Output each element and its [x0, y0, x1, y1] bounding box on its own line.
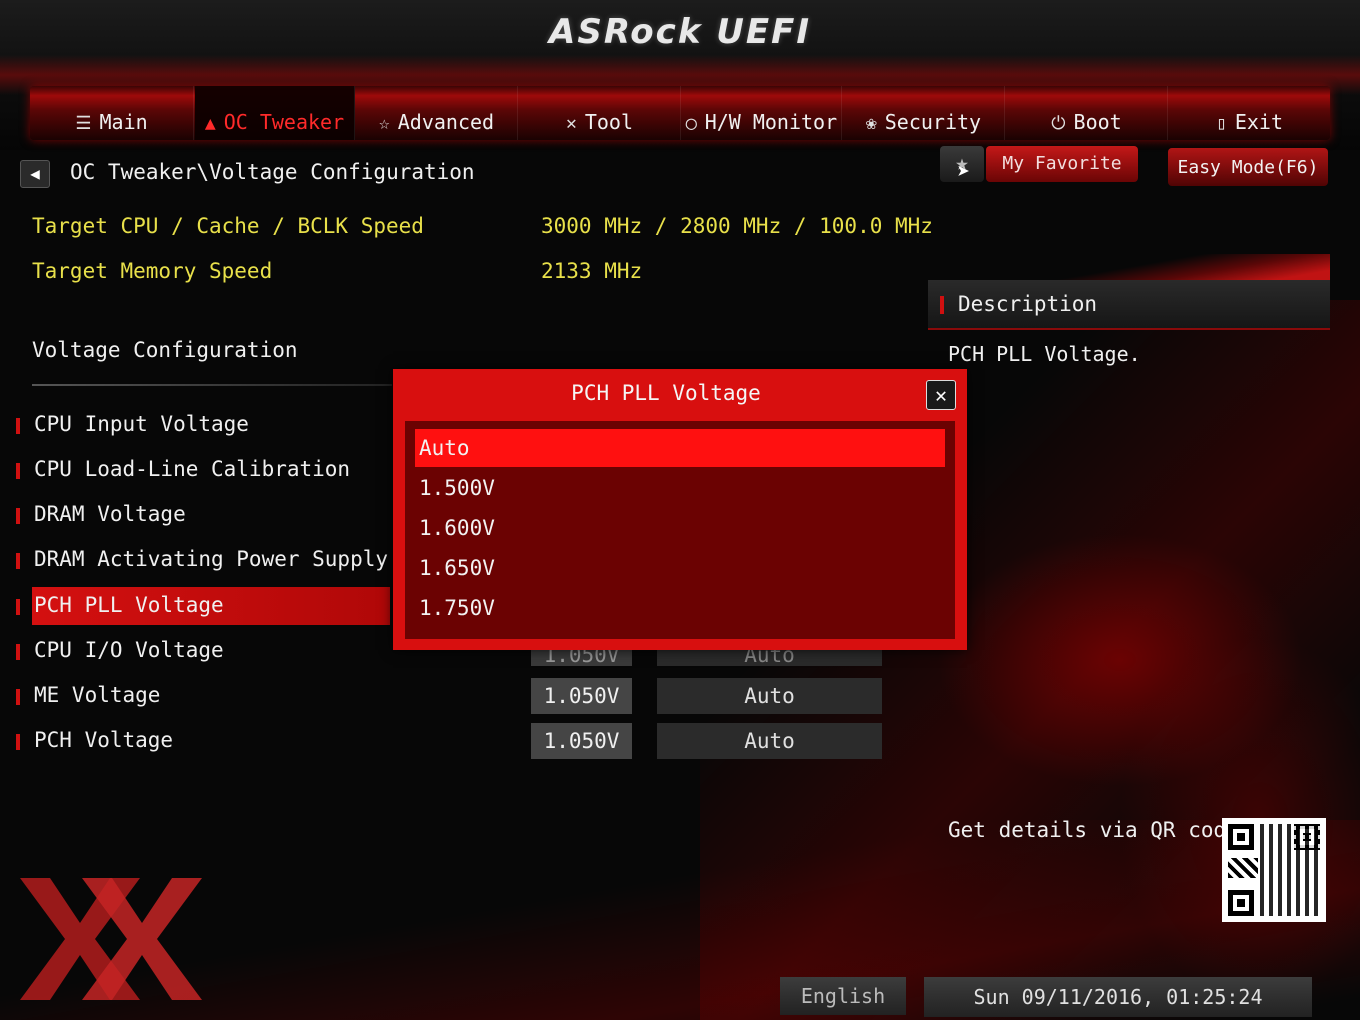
menu-item-dram-activating-power[interactable]: DRAM Activating Power Supply: [14, 541, 390, 579]
bullet-marker: [16, 734, 20, 750]
tab-label: Boot: [1073, 110, 1122, 134]
option-label: Auto: [419, 436, 470, 460]
pch-voltage-value: 1.050V: [531, 723, 632, 759]
tab-label: Main: [99, 110, 148, 134]
description-accent: [928, 254, 1330, 280]
description-title: Description: [958, 292, 1098, 316]
info-label-memory-speed: Target Memory Speed: [32, 259, 273, 283]
menu-item-me-voltage[interactable]: ME Voltage: [14, 677, 390, 715]
menu-item-label: ME Voltage: [34, 683, 161, 707]
tab-boot[interactable]: ⏻ Boot: [1006, 86, 1168, 140]
menu-item-label: PCH PLL Voltage: [34, 593, 224, 617]
tools-icon: ✕: [565, 113, 577, 134]
qr-label: Get details via QR code: [948, 818, 1239, 842]
menu-item-pch-voltage[interactable]: PCH Voltage: [14, 722, 390, 760]
tab-exit[interactable]: ▯ Exit: [1169, 86, 1330, 140]
menu-item-cpu-input-voltage[interactable]: CPU Input Voltage: [14, 406, 390, 444]
datetime-display: Sun 09/11/2016, 01:25:24: [924, 977, 1312, 1017]
menu-item-label: CPU Input Voltage: [34, 412, 249, 436]
menu-item-cpu-io-voltage[interactable]: CPU I/O Voltage: [14, 632, 390, 670]
qr-finder: [1228, 890, 1254, 916]
section-title: Voltage Configuration: [32, 338, 298, 362]
flame-icon: ▲: [204, 113, 216, 134]
breadcrumb: OC Tweaker\Voltage Configuration: [70, 160, 475, 184]
tab-label: H/W Monitor: [704, 110, 838, 134]
tab-oc-tweaker[interactable]: ▲ OC Tweaker: [195, 86, 355, 140]
tab-hw-monitor[interactable]: ◯ H/W Monitor: [682, 86, 842, 140]
back-button[interactable]: ◀: [20, 160, 50, 188]
tab-security[interactable]: ❀ Security: [843, 86, 1005, 140]
exit-icon: ▯: [1215, 113, 1227, 134]
language-selector[interactable]: English: [780, 977, 906, 1015]
my-favorite-button[interactable]: My Favorite: [986, 146, 1138, 182]
tab-label: OC Tweaker: [223, 110, 345, 134]
qr-modules: [1260, 824, 1320, 916]
shield-icon: ❀: [865, 113, 877, 134]
bullet-marker: [16, 599, 20, 615]
qr-finder: [1228, 824, 1254, 850]
info-value-cpu-speed: 3000 MHz / 2800 MHz / 100.0 MHz: [541, 214, 933, 238]
bullet-marker: [16, 689, 20, 705]
list-icon: ☰: [75, 113, 92, 134]
option-1650v[interactable]: 1.650V: [415, 549, 945, 587]
menu-item-label: DRAM Activating Power Supply: [34, 547, 389, 571]
description-text: PCH PLL Voltage.: [948, 342, 1141, 366]
option-label: 1.600V: [419, 516, 495, 540]
bullet-marker: [16, 644, 20, 660]
tab-label: Tool: [584, 110, 633, 134]
menu-item-cpu-llc[interactable]: CPU Load-Line Calibration: [14, 451, 390, 489]
header: ASRock UEFI ☰ Main ▲ OC Tweaker ☆ Advanced …: [0, 0, 1360, 150]
menu-item-label: CPU I/O Voltage: [34, 638, 224, 662]
info-label-cpu-speed: Target CPU / Cache / BCLK Speed: [32, 214, 424, 238]
menu-item-pch-pll-voltage[interactable]: PCH PLL Voltage: [14, 587, 390, 625]
me-voltage-setting[interactable]: Auto: [657, 678, 882, 714]
option-1750v[interactable]: 1.750V: [415, 589, 945, 627]
qr-modules: [1228, 858, 1258, 878]
tab-label: Security: [884, 110, 982, 134]
menu-item-label: DRAM Voltage: [34, 502, 186, 526]
bullet-marker: [16, 418, 20, 434]
section-divider: [32, 384, 392, 386]
tab-label: Advanced: [397, 110, 495, 134]
menu-item-label: PCH Voltage: [34, 728, 174, 752]
watermark-logo: [20, 878, 202, 1000]
monitor-icon: ◯: [685, 113, 697, 134]
tab-advanced[interactable]: ☆ Advanced: [356, 86, 518, 140]
tab-main[interactable]: ☰ Main: [30, 86, 194, 140]
mouse-cursor-icon: ➤: [957, 160, 971, 185]
tab-label: Exit: [1234, 110, 1283, 134]
info-value-memory-speed: 2133 MHz: [541, 259, 643, 283]
option-label: 1.750V: [419, 596, 495, 620]
menu-item-label: CPU Load-Line Calibration: [34, 457, 351, 481]
option-1500v[interactable]: 1.500V: [415, 469, 945, 507]
option-list: Auto 1.500V 1.600V 1.650V 1.750V: [405, 421, 955, 639]
option-1600v[interactable]: 1.600V: [415, 509, 945, 547]
option-label: 1.500V: [419, 476, 495, 500]
popup-title: PCH PLL Voltage: [571, 381, 761, 405]
tab-bar: ☰ Main ▲ OC Tweaker ☆ Advanced ✕ Tool ◯ H/W M…: [30, 86, 1330, 140]
option-auto[interactable]: Auto: [415, 429, 945, 467]
back-arrow-icon: ◀: [30, 164, 40, 183]
bullet-marker: [16, 553, 20, 569]
me-voltage-value: 1.050V: [531, 678, 632, 714]
bullet-marker: [16, 508, 20, 524]
option-label: 1.650V: [419, 556, 495, 580]
star-icon: ☆: [378, 113, 390, 134]
tab-tool[interactable]: ✕ Tool: [519, 86, 681, 140]
pch-pll-voltage-popup: PCH PLL Voltage ✕ Auto 1.500V 1.600V 1.6…: [393, 369, 967, 650]
pch-voltage-setting[interactable]: Auto: [657, 723, 882, 759]
close-icon[interactable]: ✕: [926, 380, 956, 410]
app-logo: ASRock UEFI: [549, 12, 811, 52]
description-header: Description: [928, 280, 1330, 330]
qr-code: [1222, 818, 1326, 922]
easy-mode-button[interactable]: Easy Mode(F6): [1168, 148, 1328, 186]
bullet-marker: [16, 463, 20, 479]
menu-item-dram-voltage[interactable]: DRAM Voltage: [14, 496, 390, 534]
header-marker: [940, 296, 944, 314]
power-icon: ⏻: [1051, 113, 1066, 134]
